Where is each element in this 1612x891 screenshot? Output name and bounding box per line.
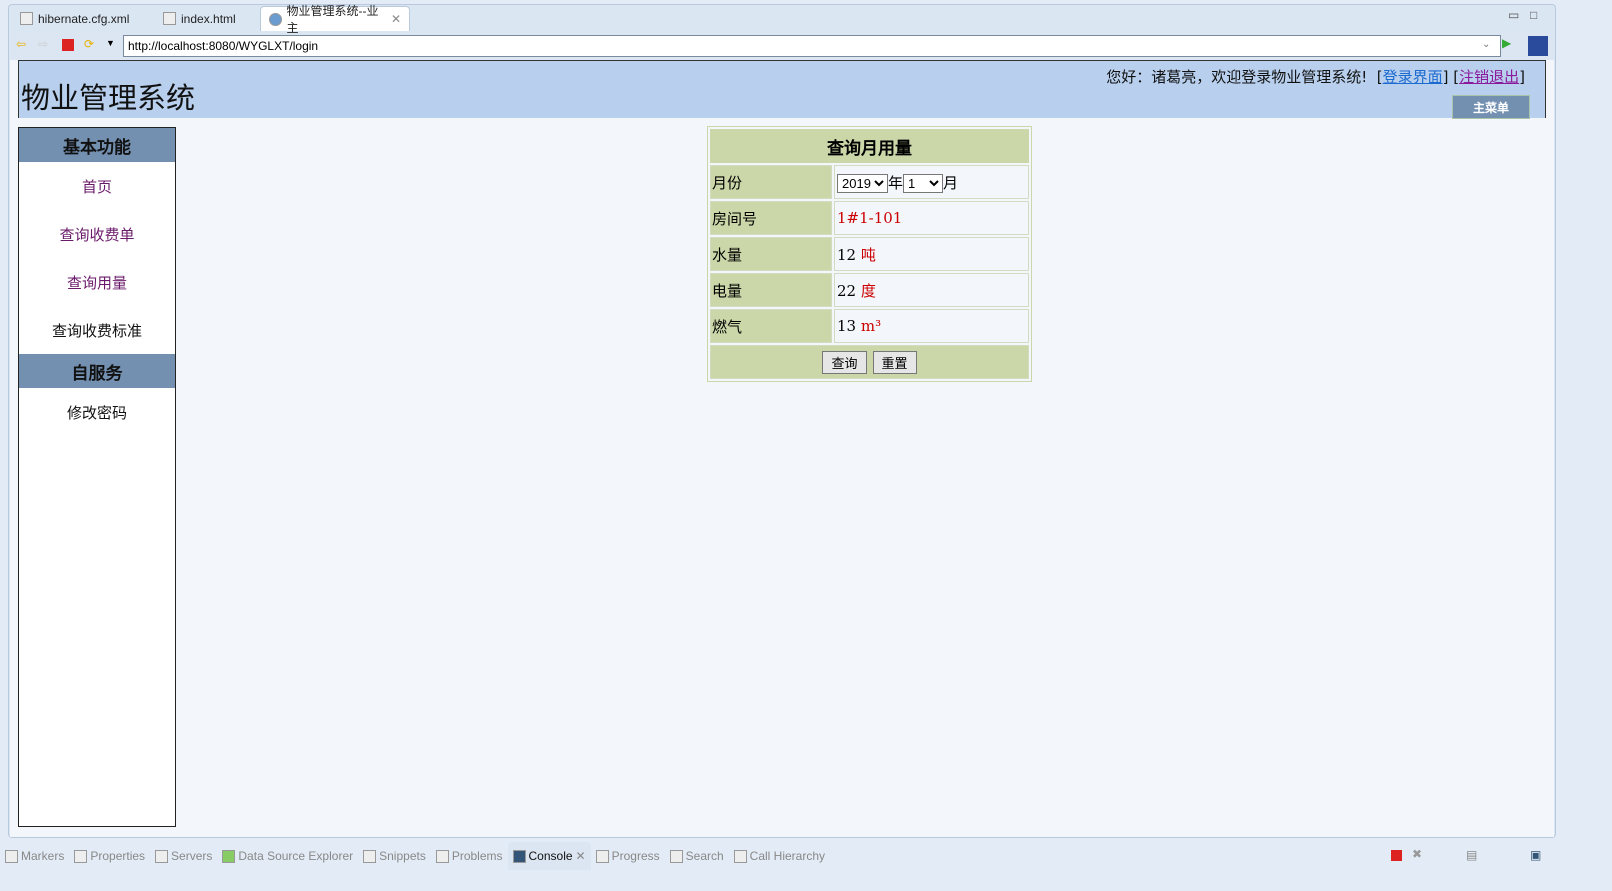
month-label: 月份: [710, 165, 832, 199]
tab-call-hierarchy[interactable]: Call Hierarchy: [729, 842, 830, 870]
minimize-icon[interactable]: ▭: [1508, 8, 1519, 22]
call-hierarchy-icon: [733, 849, 747, 863]
go-icon[interactable]: ▶: [1502, 36, 1511, 50]
query-button[interactable]: 查询: [822, 350, 867, 374]
sidebar-item-password[interactable]: 修改密码: [19, 388, 175, 436]
tab-hibernate-cfg[interactable]: hibernate.cfg.xml: [12, 6, 137, 31]
water-value: 12: [837, 245, 857, 264]
room-label: 房间号: [710, 201, 832, 235]
terminate-icon[interactable]: [1391, 850, 1402, 861]
tab-console[interactable]: Console ✕: [507, 842, 591, 870]
room-value: 1#1-101: [834, 201, 1029, 235]
tab-label: Search: [685, 849, 724, 863]
database-icon: [222, 849, 236, 863]
tab-label: Servers: [171, 849, 213, 863]
problems-icon: [435, 849, 449, 863]
year-select[interactable]: 2019: [837, 173, 888, 193]
remove-launch-icon[interactable]: ✖: [1412, 847, 1422, 861]
welcome-message: 您好：诸葛亮，欢迎登录物业管理系统!: [1106, 68, 1368, 86]
reset-button[interactable]: 重置: [872, 350, 917, 374]
tab-label: index.html: [181, 11, 236, 26]
servers-icon: [155, 849, 169, 863]
form-title: 查询月用量: [710, 129, 1029, 163]
section-basic: 基本功能: [19, 128, 175, 162]
tab-search[interactable]: Search: [665, 842, 729, 870]
month-cell: 2019 年 1 月: [834, 165, 1029, 199]
gas-unit: m³: [860, 317, 882, 335]
logout-link[interactable]: 注销退出: [1459, 68, 1519, 86]
url-dropdown-icon[interactable]: ⌄: [1482, 39, 1490, 50]
console-icon: [512, 849, 526, 863]
forward-icon[interactable]: ⇨: [38, 37, 48, 51]
gas-cell: 13 m³: [834, 309, 1029, 343]
gas-label: 燃气: [710, 309, 832, 343]
clear-console-icon[interactable]: ▤: [1466, 848, 1477, 862]
markers-icon: [5, 849, 18, 863]
search-icon: [669, 849, 683, 863]
page-title: 物业管理系统: [21, 81, 196, 115]
sidebar-item-standard[interactable]: 查询收费标准: [19, 306, 175, 354]
tab-snippets[interactable]: Snippets: [358, 842, 431, 870]
login-link[interactable]: 登录界面: [1383, 68, 1443, 86]
properties-icon: [74, 849, 88, 863]
power-unit: 度: [860, 281, 876, 300]
html-file-icon: [163, 12, 176, 25]
snippets-icon: [363, 849, 377, 863]
progress-icon: [595, 849, 609, 863]
tab-label: Progress: [611, 849, 660, 863]
close-icon[interactable]: ✕: [391, 12, 401, 26]
tab-data-source-explorer[interactable]: Data Source Explorer: [217, 842, 358, 870]
tab-label: Call Hierarchy: [749, 849, 826, 863]
refresh-icon[interactable]: ⟳: [84, 37, 94, 51]
tab-properties[interactable]: Properties: [69, 842, 150, 870]
maximize-icon[interactable]: □: [1530, 8, 1537, 22]
web-page: 物业管理系统 您好：诸葛亮，欢迎登录物业管理系统! [登录界面] [注销退出] …: [10, 60, 1554, 837]
usage-form: 查询月用量 月份 2019 年 1 月 房间号 1#1-101 水量 12 吨 电量 22 …: [707, 126, 1032, 382]
page-header: 物业管理系统 您好：诸葛亮，欢迎登录物业管理系统! [登录界面] [注销退出] …: [18, 60, 1546, 119]
month-suffix: 月: [943, 173, 959, 192]
sidebar: 基本功能 首页 查询收费单 查询用量 查询收费标准 自服务 修改密码: [18, 127, 176, 827]
tab-label: Problems: [451, 849, 503, 863]
sidebar-item-home[interactable]: 首页: [19, 162, 175, 210]
form-actions: 查询 重置: [710, 345, 1029, 379]
section-self-service: 自服务: [19, 354, 175, 388]
tab-markers[interactable]: Markers: [0, 842, 69, 870]
chevron-down-icon[interactable]: ▼: [106, 38, 115, 48]
sidebar-item-bills[interactable]: 查询收费单: [19, 210, 175, 258]
browser-icon[interactable]: [1528, 36, 1548, 56]
tab-label: Snippets: [379, 849, 426, 863]
power-label: 电量: [710, 273, 832, 307]
tab-index-html[interactable]: index.html: [155, 6, 244, 31]
tab-problems[interactable]: Problems: [431, 842, 508, 870]
water-label: 水量: [710, 237, 832, 271]
tab-servers[interactable]: Servers: [150, 842, 217, 870]
close-icon[interactable]: ✕: [576, 849, 586, 863]
welcome-text: 您好：诸葛亮，欢迎登录物业管理系统! [登录界面] [注销退出]: [1106, 68, 1525, 86]
tab-label: Markers: [21, 849, 65, 863]
water-unit: 吨: [860, 245, 876, 264]
power-value: 22: [837, 281, 857, 300]
xml-file-icon: [20, 12, 33, 25]
globe-icon: [269, 12, 282, 26]
tab-label: 物业管理系统--业主: [286, 4, 379, 35]
water-cell: 12 吨: [834, 237, 1029, 271]
tab-label: hibernate.cfg.xml: [38, 11, 130, 26]
tab-progress[interactable]: Progress: [591, 842, 665, 870]
main-menu-button[interactable]: 主菜单: [1452, 95, 1530, 119]
tab-label: Properties: [90, 849, 146, 863]
tab-label: Console: [528, 849, 573, 863]
browser-toolbar: ⇦ ⇨ ⟳ ▼ http://localhost:8080/WYGLXT/log…: [10, 33, 1554, 59]
gas-value: 13: [837, 317, 857, 335]
sidebar-item-usage[interactable]: 查询用量: [19, 258, 175, 306]
year-suffix: 年: [888, 173, 904, 192]
month-select[interactable]: 1: [903, 173, 944, 193]
back-icon[interactable]: ⇦: [16, 37, 26, 51]
stop-icon[interactable]: [62, 39, 74, 51]
power-cell: 22 度: [834, 273, 1029, 307]
url-input[interactable]: http://localhost:8080/WYGLXT/login: [123, 35, 1501, 57]
tab-browser[interactable]: 物业管理系统--业主 ✕: [260, 4, 410, 35]
tab-label: Data Source Explorer: [238, 849, 354, 863]
bottom-panel-tabs: Markers Properties Servers Data Source E…: [0, 841, 1612, 871]
display-console-icon[interactable]: ▣: [1530, 848, 1541, 862]
